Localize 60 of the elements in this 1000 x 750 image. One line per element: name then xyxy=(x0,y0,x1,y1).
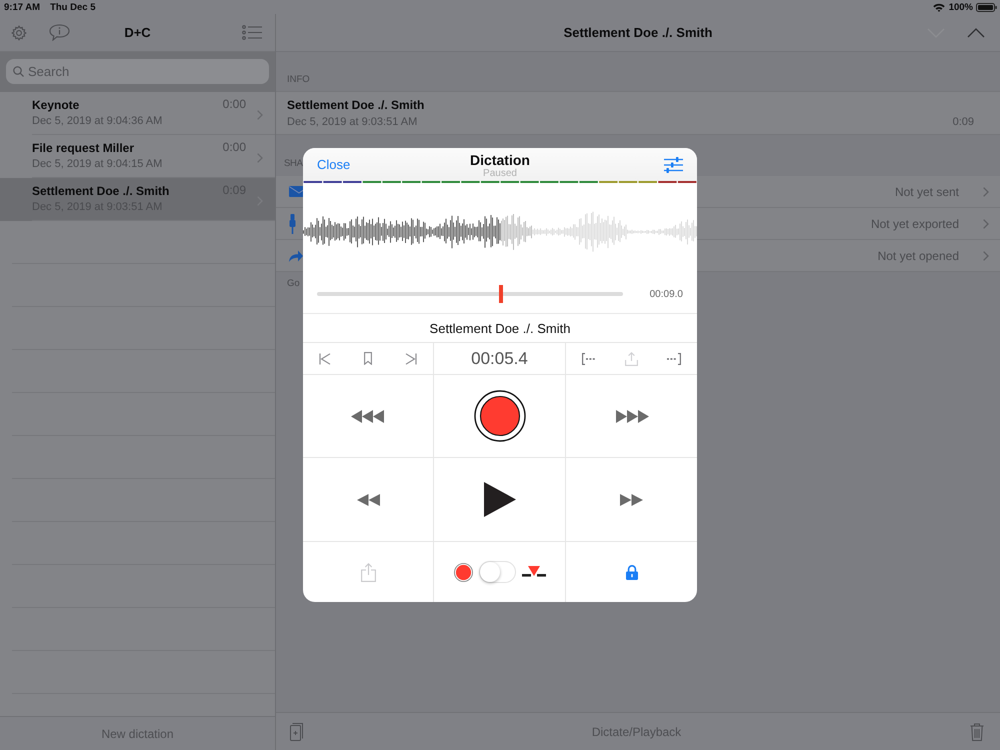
dialog-status: Paused xyxy=(483,168,517,178)
new-document-icon[interactable] xyxy=(290,722,303,740)
mode-switch[interactable] xyxy=(478,561,516,583)
info-date: Dec 5, 2019 at 9:03:51 AM xyxy=(287,114,418,128)
dictation-duration: 0:00 xyxy=(222,140,246,154)
mark-in-icon[interactable] xyxy=(582,352,596,364)
settings-icon[interactable] xyxy=(11,24,27,40)
dictation-title: File request Miller xyxy=(32,141,136,156)
current-time: 00:05.4 xyxy=(471,348,528,368)
detail-title: Settlement Doe ./. Smith xyxy=(564,25,712,40)
fast-forward-icon[interactable] xyxy=(614,410,648,422)
chevron-right-icon xyxy=(983,186,989,196)
dictation-date: Dec 5, 2019 at 9:04:36 AM xyxy=(32,114,164,128)
forward-icon[interactable] xyxy=(620,494,643,506)
info-title: Settlement Doe ./. Smith xyxy=(287,98,426,112)
battery-percentage: 100% xyxy=(948,2,973,12)
trash-icon[interactable] xyxy=(970,722,984,740)
position-slider[interactable] xyxy=(317,285,623,303)
info-bubble-icon[interactable] xyxy=(49,24,70,41)
dialog-title: Dictation xyxy=(470,152,530,168)
chevron-right-icon xyxy=(257,153,263,163)
chevron-up-icon[interactable] xyxy=(967,28,985,38)
envelope-icon xyxy=(289,186,303,197)
record-mode-icon xyxy=(454,562,472,582)
chevron-right-icon xyxy=(983,250,989,260)
close-button[interactable]: Close xyxy=(317,157,350,172)
plug-icon xyxy=(289,214,296,234)
record-icon[interactable] xyxy=(474,390,526,442)
bookmark-icon[interactable] xyxy=(364,352,372,365)
fast-rewind-icon[interactable] xyxy=(351,410,385,422)
lock-icon[interactable] xyxy=(626,564,638,580)
status-date: Thu Dec 5 xyxy=(50,2,96,12)
chevron-right-icon xyxy=(257,110,263,120)
list-icon[interactable] xyxy=(242,25,262,40)
sliders-icon[interactable] xyxy=(664,156,683,172)
sidebar-title: D+C xyxy=(124,25,151,40)
skip-to-start-icon[interactable] xyxy=(319,352,331,364)
share-status: Not yet exported xyxy=(870,216,959,230)
dictation-title: Settlement Doe ./. Smith xyxy=(32,184,170,199)
dictation-name: Settlement Doe ./. Smith xyxy=(430,320,570,336)
battery-icon xyxy=(976,2,997,12)
total-duration: 00:09.0 xyxy=(650,288,683,300)
share-arrow-icon xyxy=(289,250,303,262)
wifi-icon xyxy=(932,2,945,12)
dictation-title: Keynote xyxy=(32,98,80,113)
rewind-icon[interactable] xyxy=(356,494,380,506)
dictation-duration: 0:00 xyxy=(222,97,246,111)
status-time: 9:17 AM xyxy=(4,2,40,12)
chevron-right-icon xyxy=(983,218,989,228)
mark-out-icon[interactable] xyxy=(667,352,681,364)
insert-marker-icon xyxy=(522,566,546,578)
search-icon xyxy=(13,66,24,77)
play-icon[interactable] xyxy=(484,482,516,517)
share-status: Not yet opened xyxy=(878,248,959,262)
search-field[interactable]: Search xyxy=(6,59,269,84)
slider-thumb[interactable] xyxy=(498,285,503,303)
dictation-date: Dec 5, 2019 at 9:04:15 AM xyxy=(32,157,164,171)
share-status: Not yet sent xyxy=(894,184,959,198)
skip-to-end-icon[interactable] xyxy=(405,352,417,364)
info-duration: 0:09 xyxy=(952,116,974,128)
